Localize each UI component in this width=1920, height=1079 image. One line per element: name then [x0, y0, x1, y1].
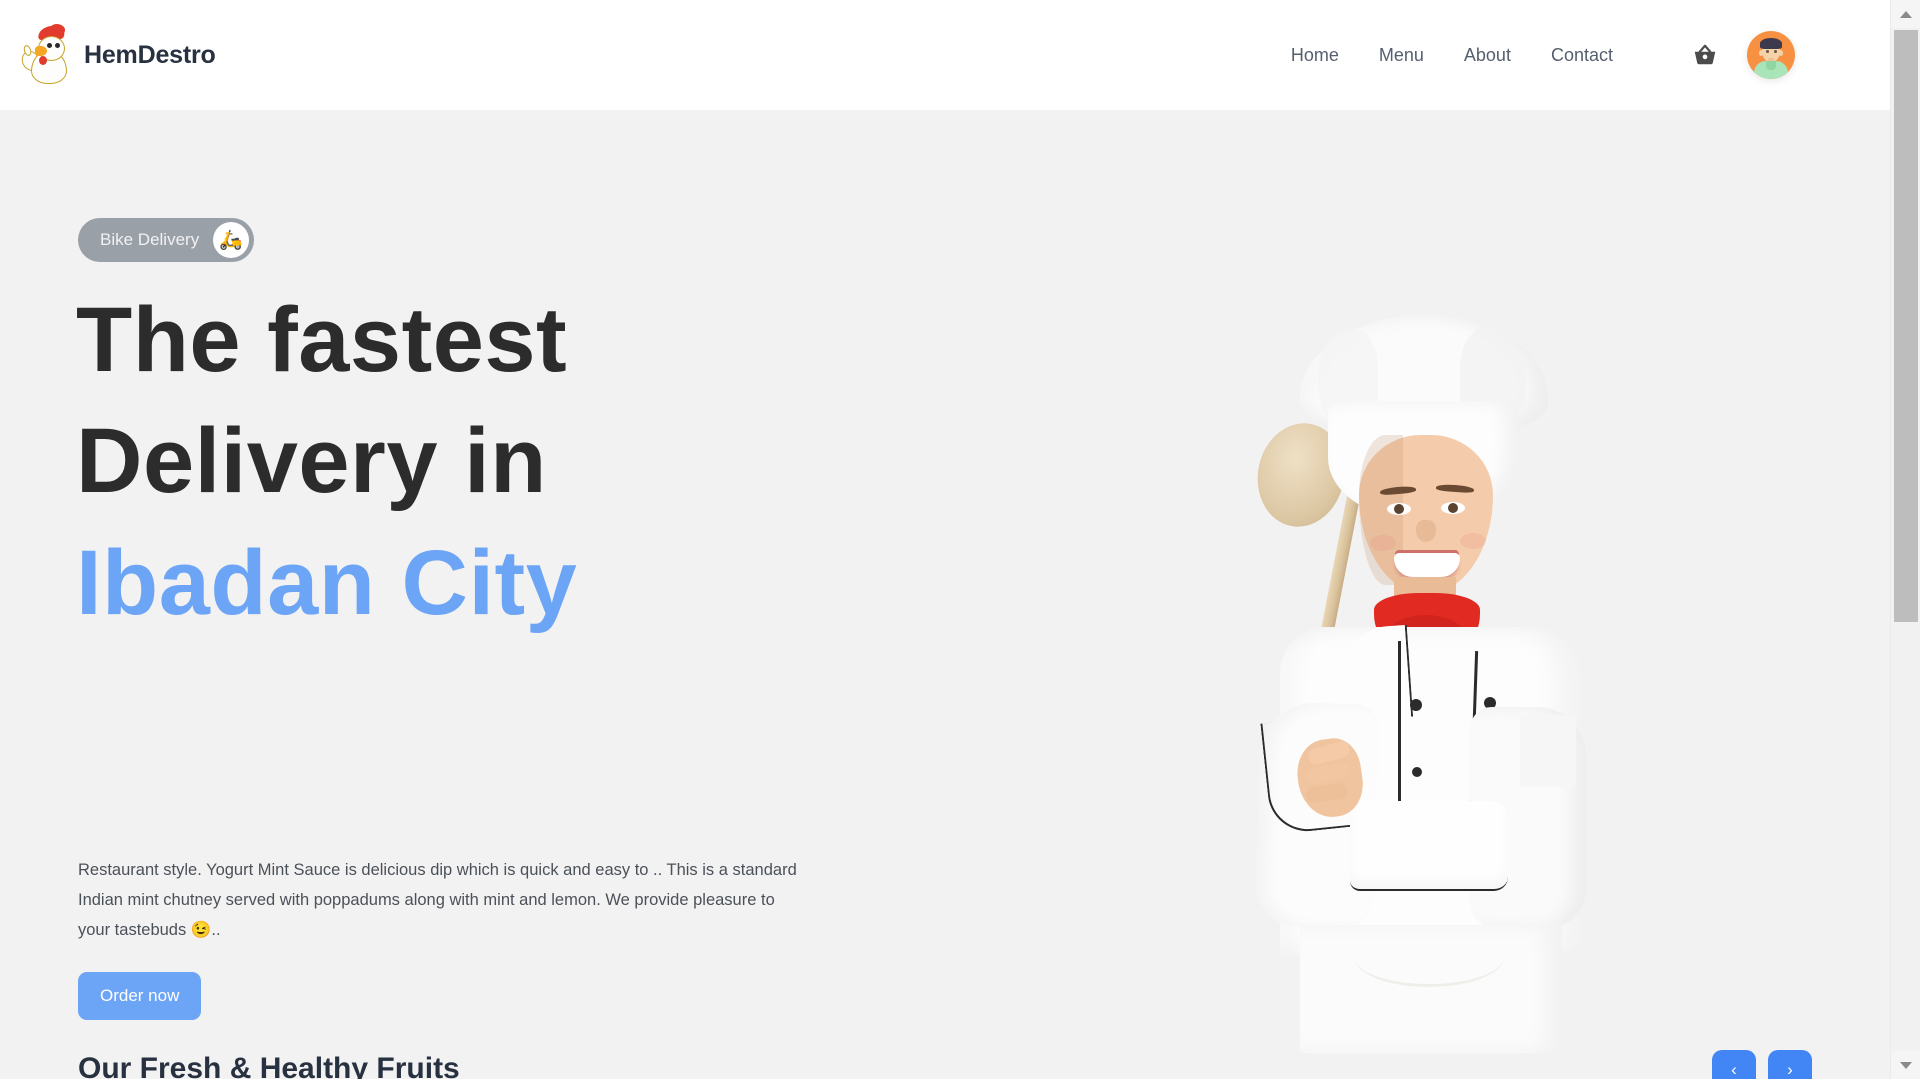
nav-item-contact[interactable]: Contact	[1531, 45, 1633, 66]
headline-line-2: Delivery in	[76, 410, 547, 513]
scroll-up-arrow[interactable]	[1891, 0, 1920, 28]
nav-item-menu[interactable]: Menu	[1359, 45, 1444, 66]
nav-item-about[interactable]: About	[1444, 45, 1531, 66]
order-now-button[interactable]: Order now	[78, 972, 202, 1020]
shopping-basket-icon[interactable]	[1691, 41, 1719, 69]
site-header: HemDestro Home Menu About Contact	[0, 0, 1890, 110]
header-actions	[1691, 31, 1795, 79]
bike-delivery-badge[interactable]: Bike Delivery 🛵	[78, 218, 255, 262]
carousel-prev-button[interactable]: ‹	[1712, 1050, 1756, 1079]
scroll-down-arrow[interactable]	[1891, 1051, 1920, 1079]
brand[interactable]: HemDestro	[20, 22, 216, 86]
main-nav: Home Menu About Contact	[1271, 31, 1795, 79]
chef-image	[1222, 315, 1642, 1053]
carousel-nav: ‹ ›	[1712, 1050, 1812, 1079]
section-title: Our Fresh & Healthy Fruits	[78, 1052, 460, 1079]
hero-section: Bike Delivery 🛵 The fastest Delivery in …	[0, 110, 1890, 1053]
bike-delivery-badge-label: Bike Delivery	[100, 230, 200, 249]
scooter-icon: 🛵	[213, 222, 250, 258]
chicken-mascot-logo-icon	[20, 22, 74, 86]
vertical-scrollbar[interactable]	[1890, 0, 1920, 1079]
brand-name: HemDestro	[84, 40, 216, 69]
hero-headline: The fastest Delivery in Ibadan City	[76, 280, 896, 644]
headline-line-1: The fastest	[76, 289, 568, 391]
user-avatar[interactable]	[1747, 31, 1795, 79]
fresh-fruits-section: Our Fresh & Healthy Fruits ‹ ›	[0, 1050, 1890, 1079]
hero-description: Restaurant style. Yogurt Mint Sauce is d…	[78, 861, 797, 940]
nav-item-home[interactable]: Home	[1271, 45, 1359, 66]
headline-line-3: Ibadan City	[76, 531, 578, 634]
scrollbar-thumb[interactable]	[1894, 30, 1918, 622]
carousel-next-button[interactable]: ›	[1768, 1050, 1812, 1079]
browser-viewport: HemDestro Home Menu About Contact Bike D…	[0, 0, 1920, 1079]
page-content: HemDestro Home Menu About Contact Bike D…	[0, 0, 1890, 1079]
